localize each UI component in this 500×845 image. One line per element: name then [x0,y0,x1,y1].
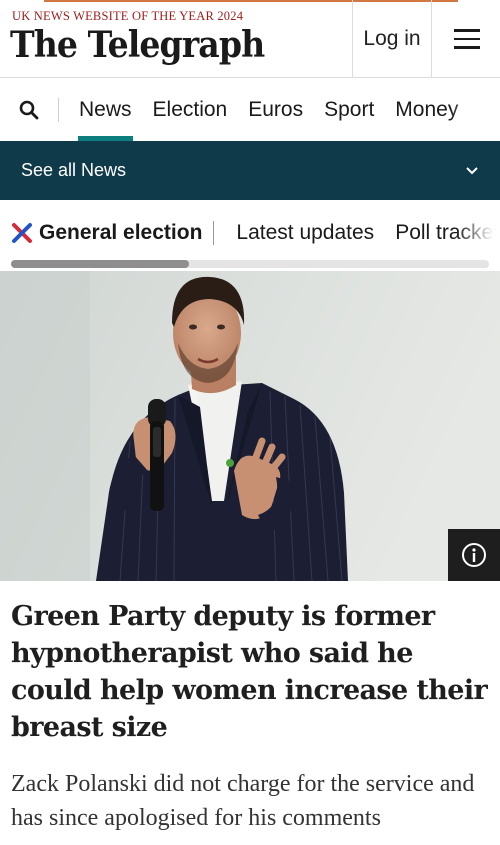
nav-item-news[interactable]: News [78,79,133,141]
subnav-latest-updates[interactable]: Latest updates [236,221,374,245]
nav-item-election[interactable]: Election [153,79,228,141]
search-icon [19,100,39,120]
see-all-news-dropdown[interactable]: See all News [0,141,500,200]
nav-item-sport[interactable]: Sport [324,79,374,141]
menu-button[interactable] [433,0,500,78]
hero-image[interactable] [0,271,500,581]
nav-item-euros[interactable]: Euros [248,79,303,141]
nav-divider [58,98,59,122]
election-cross-icon [12,223,32,243]
article-standfirst: Zack Polanski did not charge for the ser… [11,771,475,831]
article-headline[interactable]: Green Party deputy is former hypnotherap… [11,598,489,746]
award-tagline: UK NEWS WEBSITE OF THE YEAR 2024 [12,9,244,23]
login-button[interactable]: Log in [352,0,432,78]
chevron-down-icon [466,167,478,175]
subnav-scrollbar-thumb[interactable] [11,260,189,268]
nav-fade [450,79,500,141]
image-info-button[interactable] [448,529,500,581]
subnav-general-election[interactable]: General election [39,221,202,245]
election-subnav: General election Latest updates Poll tra… [0,200,500,268]
nav-item-money[interactable]: Money [395,79,458,141]
primary-nav: News Election Euros Sport Money [0,79,500,141]
subnav-divider [213,221,215,245]
info-icon [462,543,486,567]
telegraph-logo[interactable]: The Telegraph [10,24,265,66]
subnav-fade [456,200,500,260]
hamburger-icon [453,29,480,49]
see-all-news-label: See all News [21,160,127,180]
search-button[interactable] [0,79,58,141]
speaker-photo [0,271,500,581]
masthead: UK NEWS WEBSITE OF THE YEAR 2024 The Tel… [0,0,500,78]
